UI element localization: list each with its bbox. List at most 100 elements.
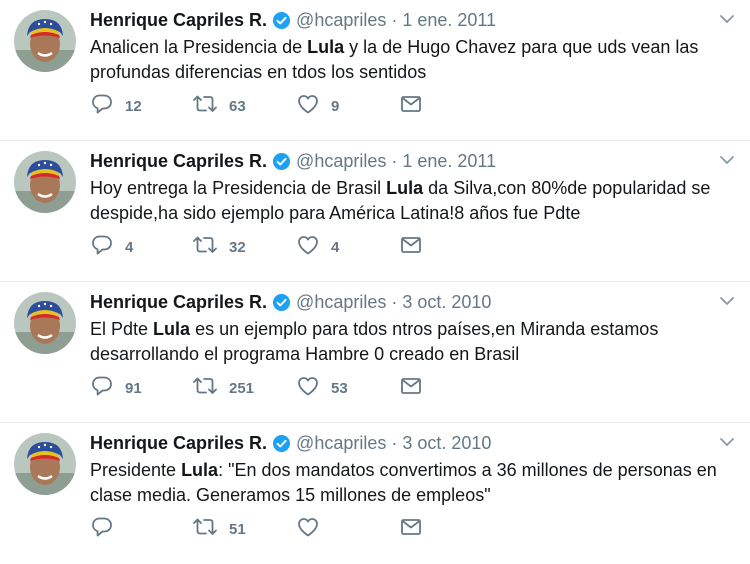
like-icon [296, 374, 320, 402]
chevron-down-icon[interactable] [718, 10, 736, 28]
display-name[interactable]: Henrique Capriles R. [90, 433, 267, 454]
tweet[interactable]: Henrique Capriles R. @hcapriles · 3 oct.… [0, 423, 750, 564]
tweet-header: Henrique Capriles R. @hcapriles · 3 oct.… [90, 431, 491, 455]
highlighted-keyword: Lula [386, 178, 424, 198]
reply-button[interactable] [90, 516, 125, 542]
text-segment: Hoy entrega la Presidencia de Brasil [90, 178, 387, 198]
reply-icon [90, 515, 114, 543]
avatar[interactable] [14, 292, 76, 354]
retweet-icon [192, 515, 218, 543]
tweet-header: Henrique Capriles R. @hcapriles · 1 ene.… [90, 8, 496, 32]
tweet-text: Presidente Lula: "En dos mandatos conver… [90, 458, 730, 508]
separator-dot: · [391, 150, 398, 171]
tweet-header: Henrique Capriles R. @hcapriles · 3 oct.… [90, 290, 491, 314]
retweet-button[interactable]: 51 [192, 516, 246, 542]
tweet-header: Henrique Capriles R. @hcapriles · 1 ene.… [90, 149, 496, 173]
user-handle[interactable]: @hcapriles [296, 151, 386, 172]
reply-button[interactable]: 91 [90, 375, 142, 401]
like-count: 4 [331, 238, 340, 256]
highlighted-keyword: Lula [307, 37, 345, 57]
like-button[interactable]: 9 [296, 93, 339, 119]
tweet-actions: 12 63 9 [90, 93, 450, 119]
retweet-count: 51 [229, 520, 246, 538]
tweet-text-line: desarrollando el programa Hambre 0 cread… [90, 344, 520, 364]
verified-badge-icon [272, 152, 291, 171]
tweet-date[interactable]: 1 ene. 2011 [402, 151, 496, 172]
verified-badge-icon [272, 11, 291, 30]
tweet[interactable]: Henrique Capriles R. @hcapriles · 3 oct.… [0, 282, 750, 423]
direct-message-icon [399, 233, 423, 261]
like-count: 9 [331, 97, 340, 115]
tweet[interactable]: Henrique Capriles R. @hcapriles · 1 ene.… [0, 141, 750, 282]
retweet-button[interactable]: 251 [192, 375, 254, 401]
separator-dot: · [391, 291, 398, 312]
retweet-button[interactable]: 32 [192, 234, 246, 260]
reply-icon [90, 233, 114, 261]
tweet-text-line: Hoy entrega la Presidencia de Brasil Lul… [90, 176, 730, 201]
like-icon [296, 515, 320, 543]
tweet-actions: 4 32 4 [90, 234, 450, 260]
direct-message-icon [399, 92, 423, 120]
retweet-button[interactable]: 63 [192, 93, 246, 119]
reply-button[interactable]: 4 [90, 234, 133, 260]
tweet-text-line: Presidente Lula: "En dos mandatos conver… [90, 458, 730, 483]
tweet-timeline: Henrique Capriles R. @hcapriles · 1 ene.… [0, 0, 750, 564]
text-segment: El Pdte [90, 319, 154, 339]
tweet[interactable]: Henrique Capriles R. @hcapriles · 1 ene.… [0, 0, 750, 141]
tweet-text-line: clase media. Generamos 15 millones de em… [90, 485, 491, 505]
text-segment: : "En dos mandatos convertimos a 36 mill… [218, 460, 717, 480]
retweet-icon [192, 374, 218, 402]
retweet-icon [192, 92, 218, 120]
reply-icon [90, 374, 114, 402]
separator-dot: · [391, 432, 398, 453]
direct-message-button[interactable] [399, 375, 423, 401]
like-icon [296, 233, 320, 261]
like-count: 53 [331, 379, 348, 397]
like-button[interactable] [296, 516, 331, 542]
tweet-text-line: profundas diferencias en tdos los sentid… [90, 62, 427, 82]
like-button[interactable]: 4 [296, 234, 339, 260]
tweet-text-line: despide,ha sido ejemplo para América Lat… [90, 203, 581, 223]
tweet-date[interactable]: 3 oct. 2010 [402, 292, 491, 313]
tweet-text-line: Analicen la Presidencia de Lula y la de … [90, 35, 730, 60]
direct-message-button[interactable] [399, 516, 423, 542]
text-segment: da Silva,con 80%de popularidad se [423, 178, 711, 198]
retweet-count: 63 [229, 97, 246, 115]
text-segment: Presidente [90, 460, 182, 480]
verified-badge-icon [272, 293, 291, 312]
reply-count: 12 [125, 97, 142, 115]
like-icon [296, 92, 320, 120]
direct-message-icon [399, 374, 423, 402]
retweet-count: 32 [229, 238, 246, 256]
tweet-text: El Pdte Lula es un ejemplo para tdos ntr… [90, 317, 730, 367]
tweet-date[interactable]: 1 ene. 2011 [402, 10, 496, 31]
reply-icon [90, 92, 114, 120]
highlighted-keyword: Lula [181, 460, 219, 480]
reply-button[interactable]: 12 [90, 93, 142, 119]
avatar[interactable] [14, 433, 76, 495]
text-segment: y la de Hugo Chavez para que uds vean la… [344, 37, 699, 57]
retweet-count: 251 [229, 379, 255, 397]
avatar[interactable] [14, 151, 76, 213]
user-handle[interactable]: @hcapriles [296, 433, 386, 454]
like-button[interactable]: 53 [296, 375, 348, 401]
chevron-down-icon[interactable] [718, 151, 736, 169]
avatar[interactable] [14, 10, 76, 72]
tweet-text: Analicen la Presidencia de Lula y la de … [90, 35, 730, 85]
tweet-date[interactable]: 3 oct. 2010 [402, 433, 491, 454]
chevron-down-icon[interactable] [718, 433, 736, 451]
display-name[interactable]: Henrique Capriles R. [90, 151, 267, 172]
direct-message-icon [399, 515, 423, 543]
tweet-text-line: El Pdte Lula es un ejemplo para tdos ntr… [90, 317, 730, 342]
text-segment: Analicen la Presidencia de [90, 37, 308, 57]
direct-message-button[interactable] [399, 93, 423, 119]
verified-badge-icon [272, 434, 291, 453]
chevron-down-icon[interactable] [718, 292, 736, 310]
user-handle[interactable]: @hcapriles [296, 10, 386, 31]
user-handle[interactable]: @hcapriles [296, 292, 386, 313]
retweet-icon [192, 233, 218, 261]
reply-count: 91 [125, 379, 142, 397]
display-name[interactable]: Henrique Capriles R. [90, 10, 267, 31]
direct-message-button[interactable] [399, 234, 423, 260]
display-name[interactable]: Henrique Capriles R. [90, 292, 267, 313]
